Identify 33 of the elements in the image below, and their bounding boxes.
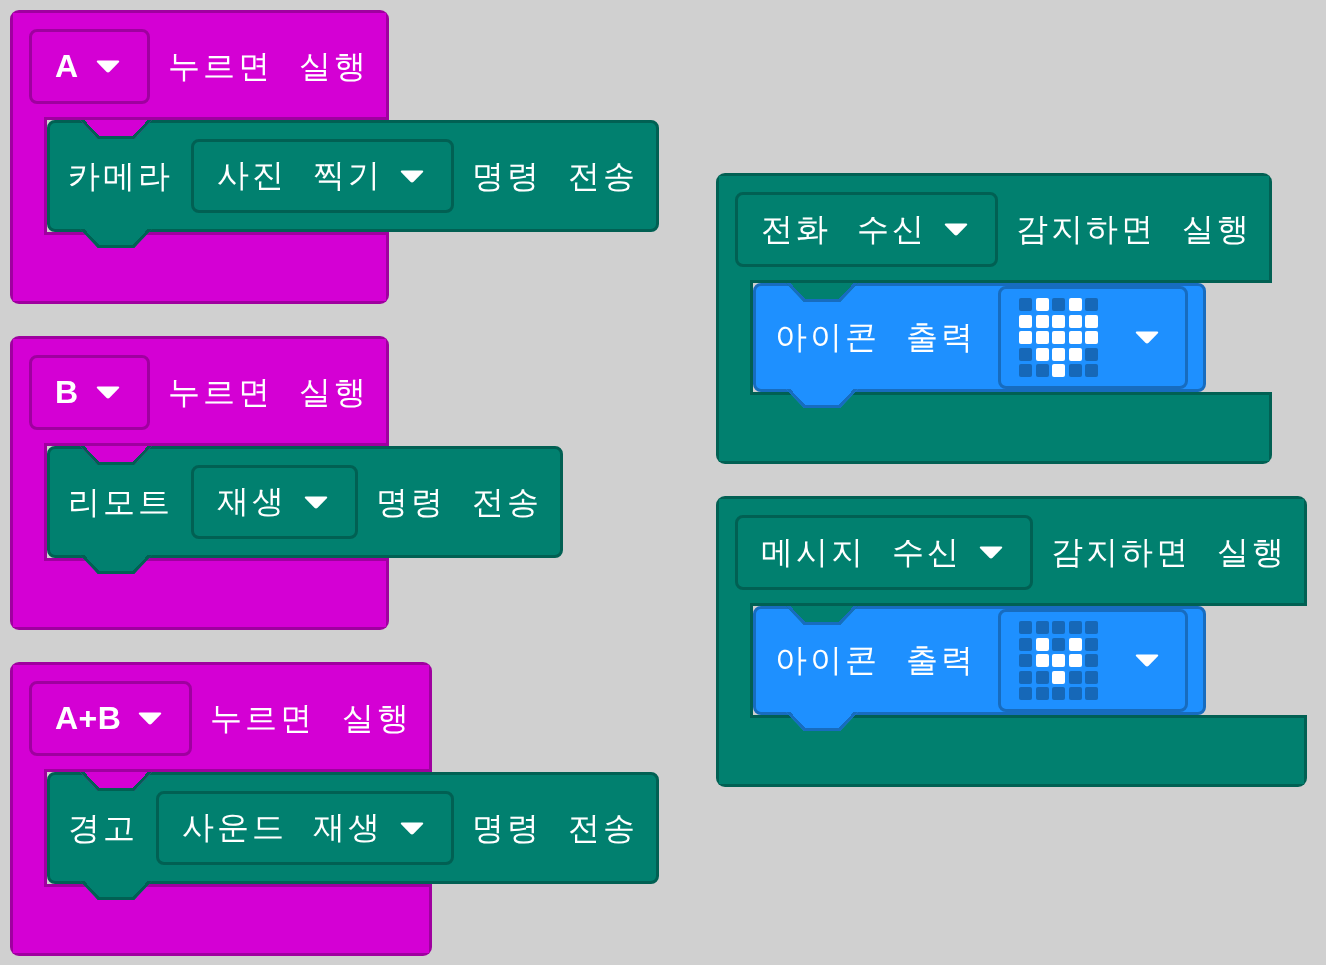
block-label: 감지하면 실행	[1016, 210, 1253, 249]
block-label: 리모트	[68, 482, 173, 522]
block-label: 경고	[68, 808, 138, 848]
block-label: 명령 전송	[376, 482, 543, 522]
trigger-dropdown[interactable]: 전화 수신	[735, 192, 999, 267]
block-label: 명령 전송	[472, 156, 639, 196]
option-dropdown[interactable]: 사운드 재생	[156, 791, 455, 865]
trigger-dropdown[interactable]: 메시지 수신	[735, 515, 1034, 590]
block-label: 누르면 실행	[210, 699, 412, 738]
trigger-dropdown[interactable]: B	[29, 355, 150, 430]
caret-icon	[1135, 654, 1160, 667]
block-label: 감지하면 실행	[1051, 533, 1288, 572]
trigger-dropdown[interactable]: A	[29, 29, 150, 104]
trigger-dropdown[interactable]: A+B	[29, 681, 193, 756]
block-label: 아이콘 출력	[775, 318, 977, 357]
caret-icon	[944, 223, 969, 236]
caret-icon	[138, 712, 163, 725]
block-label: 아이콘 출력	[775, 641, 977, 680]
block-label: 누르면 실행	[167, 47, 369, 86]
block-label: 카메라	[68, 156, 173, 196]
caret-icon	[95, 386, 120, 399]
caret-icon	[304, 495, 328, 509]
caret-icon	[1135, 331, 1160, 344]
option-dropdown[interactable]: 재생	[191, 465, 358, 539]
caret-icon	[95, 60, 120, 73]
caret-icon	[400, 169, 425, 183]
block-label: 명령 전송	[472, 808, 639, 848]
led-image-dropdown[interactable]	[998, 286, 1189, 389]
caret-icon	[979, 546, 1004, 559]
option-dropdown[interactable]: 사진 찍기	[191, 139, 455, 213]
caret-icon	[400, 821, 425, 835]
led-image-dropdown[interactable]	[998, 609, 1189, 712]
block-label: 누르면 실행	[167, 373, 369, 412]
